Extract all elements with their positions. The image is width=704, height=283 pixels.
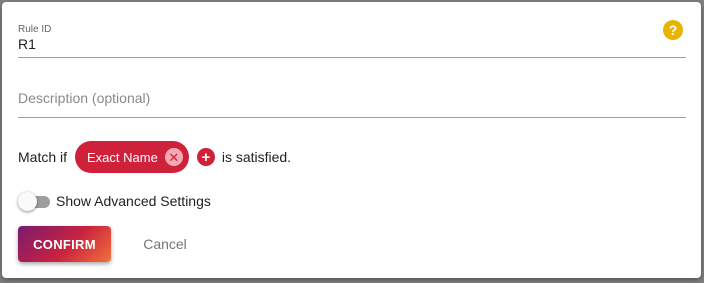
help-icon[interactable]: ? xyxy=(663,20,683,40)
rule-id-input[interactable]: R1 xyxy=(18,36,36,52)
advanced-settings-row: Show Advanced Settings xyxy=(18,190,211,212)
confirm-button[interactable]: CONFIRM xyxy=(18,226,111,262)
cancel-button[interactable]: Cancel xyxy=(128,226,202,262)
condition-chip-label: Exact Name xyxy=(87,149,158,165)
match-prefix-text: Match if xyxy=(18,149,68,165)
rule-id-label: Rule ID xyxy=(18,24,52,35)
rule-dialog: Rule ID R1 ? Description (optional) Matc… xyxy=(2,2,701,278)
rule-id-field[interactable]: Rule ID R1 xyxy=(18,22,686,58)
description-input[interactable]: Description (optional) xyxy=(18,90,150,106)
remove-chip-icon[interactable]: ✕ xyxy=(164,148,183,166)
condition-chip-exact-name[interactable]: Exact Name ✕ xyxy=(75,141,189,173)
advanced-settings-label: Show Advanced Settings xyxy=(56,193,211,209)
match-condition-row: Match if Exact Name ✕ + is satisfied. xyxy=(18,140,291,174)
add-condition-icon[interactable]: + xyxy=(196,148,215,166)
advanced-settings-toggle[interactable] xyxy=(18,191,50,211)
toggle-thumb[interactable] xyxy=(18,192,37,211)
description-field[interactable]: Description (optional) xyxy=(18,84,686,118)
match-suffix-text: is satisfied. xyxy=(221,149,292,165)
